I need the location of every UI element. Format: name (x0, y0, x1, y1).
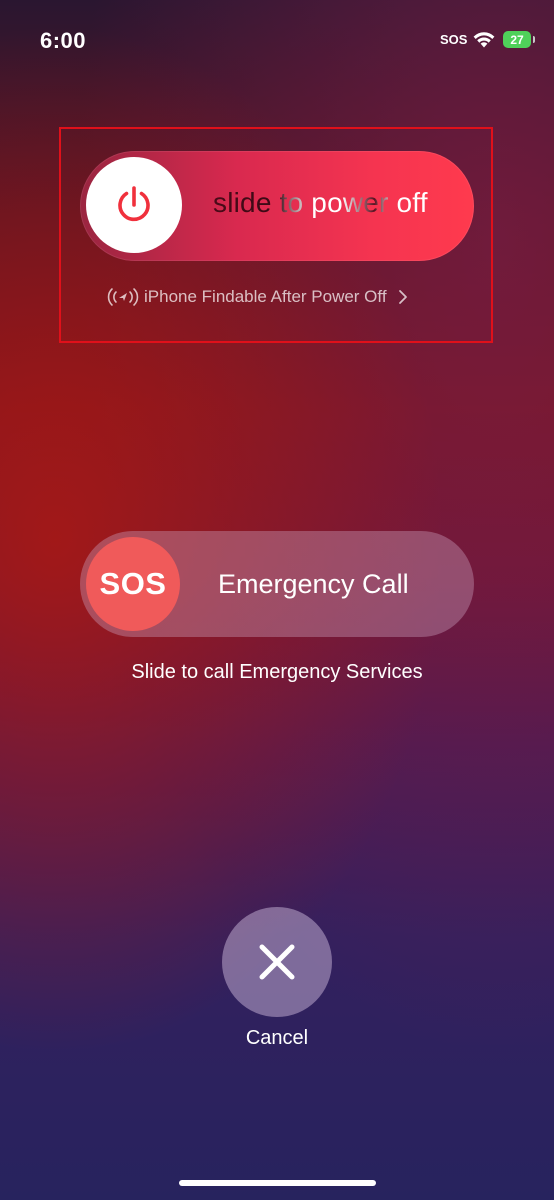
cancel-button[interactable] (222, 907, 332, 1017)
power-icon (118, 186, 150, 222)
wifi-icon (473, 32, 495, 48)
power-off-knob[interactable] (86, 157, 182, 253)
close-icon (259, 944, 295, 980)
battery-level: 27 (510, 32, 524, 47)
power-off-screen: 6:00 SOS 27 slide to power off iPhone Fi… (0, 0, 554, 1200)
findable-text: iPhone Findable After Power Off (144, 287, 387, 306)
chevron-right-icon (398, 290, 407, 304)
sos-knob-text: SOS (99, 566, 167, 601)
power-off-slider[interactable]: slide to power off (80, 151, 474, 261)
sos-knob[interactable]: SOS (86, 537, 180, 631)
emergency-call-slider[interactable]: SOS Emergency Call (80, 531, 474, 637)
battery-indicator: 27 (503, 31, 535, 48)
emergency-call-label: Emergency Call (218, 569, 409, 599)
cancel-label: Cancel (245, 1027, 309, 1049)
findable-after-power-off-link[interactable]: iPhone Findable After Power Off (106, 286, 409, 308)
status-bar: 6:00 SOS 27 (0, 0, 554, 80)
find-my-signal-icon (107, 288, 139, 306)
emergency-hint: Slide to call Emergency Services (131, 661, 423, 683)
sos-indicator: SOS (440, 32, 468, 47)
home-indicator[interactable] (179, 1180, 376, 1186)
power-off-label: slide to power off (213, 187, 428, 218)
status-time: 6:00 (40, 28, 87, 53)
